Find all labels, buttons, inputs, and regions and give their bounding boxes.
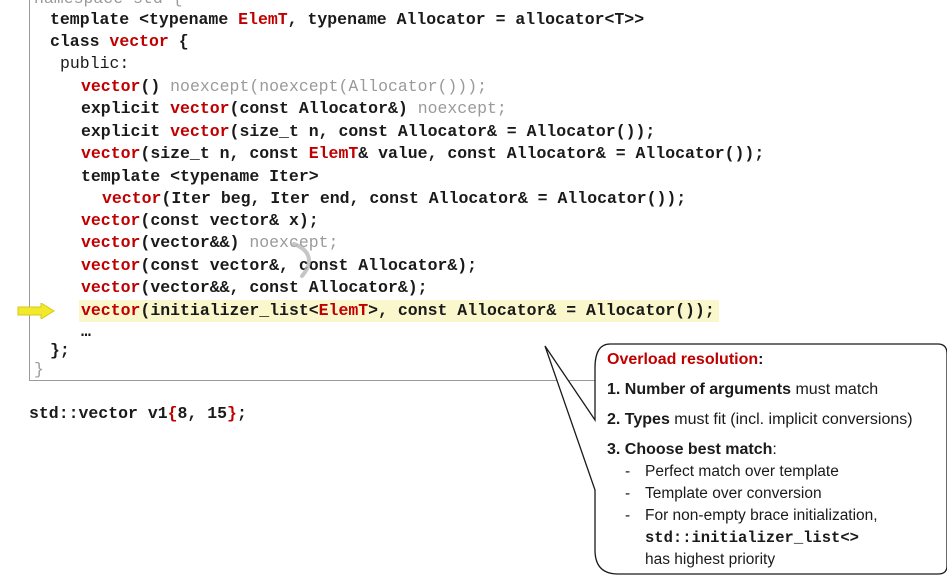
public-label: public:	[60, 54, 130, 73]
sub-rule-2: - Template over conversion	[625, 483, 947, 505]
callout-title: Overload resolution:	[607, 349, 947, 371]
rule-2-rest: must fit (incl. implicit conversions)	[669, 411, 913, 428]
ctor-args: (size_t n, const	[140, 144, 309, 163]
usage-args: 8, 15	[177, 404, 228, 423]
sub-rule-1: - Perfect match over template	[625, 461, 947, 483]
usage-decl: std::vector v1	[29, 404, 168, 423]
iter-template: template <typename Iter>	[81, 167, 319, 186]
initializer-list-mono: std::initializer_list<>	[645, 529, 859, 547]
template-declaration: template <typename ElemT, typename Alloc…	[50, 9, 644, 31]
ellipsis: …	[81, 322, 91, 341]
class-brace: {	[168, 32, 189, 51]
ctor-args: (vector&&, const Allocator&);	[140, 278, 428, 297]
ctor-size: explicit vector(size_t n, const Allocato…	[81, 121, 655, 143]
rule-1: 1. Number of arguments must match	[607, 379, 947, 401]
ctor-name: vector	[170, 99, 230, 118]
namespace-close: }	[34, 360, 44, 379]
dash-bullet: -	[625, 463, 631, 480]
callout-title-colon: :	[758, 351, 764, 368]
ctor-name: vector	[170, 122, 230, 141]
ctor-copy: vector(const vector& x);	[81, 210, 319, 232]
cursor-swirl-icon	[292, 242, 311, 278]
brace-open: {	[167, 404, 178, 423]
rule-1-bold: 1. Number of arguments	[607, 381, 792, 398]
ctor-noexcept: noexcept(noexcept(Allocator()));	[170, 77, 487, 96]
dash-bullet: -	[625, 485, 631, 502]
template-suffix: , typename Allocator = allocator<T>>	[287, 10, 645, 29]
semicolon: ;	[236, 404, 247, 423]
elemt-type: ElemT	[308, 144, 359, 163]
arrow-right-icon	[17, 303, 55, 319]
ctor-args: (vector&&)	[140, 233, 250, 252]
template-prefix: template <typename	[50, 10, 239, 29]
ctor-name: vector	[81, 144, 141, 163]
ctor-allocator: explicit vector(const Allocator&) noexce…	[81, 98, 507, 120]
explicit-keyword: explicit	[81, 99, 171, 118]
ctor-args: (const vector& x);	[140, 211, 319, 230]
class-name: vector	[109, 32, 169, 51]
ctor-size-value: vector(size_t n, const ElemT& value, con…	[81, 143, 764, 165]
overload-callout: Overload resolution: 1. Number of argume…	[607, 349, 947, 571]
ctor-name: vector	[81, 233, 141, 252]
sub-rule-3: - For non-empty brace initialization, std:…	[625, 505, 947, 571]
ctor-name: vector	[81, 278, 141, 297]
rule-2: 2. Types must fit (incl. implicit conver…	[607, 409, 947, 431]
brace-close: }	[227, 404, 237, 423]
rule-3: 3. Choose best match:	[607, 439, 947, 461]
ctor-args: ()	[140, 77, 171, 96]
ctor-args: (Iter beg, Iter end, const Allocator& = …	[161, 189, 687, 208]
elemt-param: ElemT	[238, 10, 288, 29]
sub-rule-text: Perfect match over template	[645, 463, 839, 480]
ctor-args: (const Allocator&)	[229, 99, 418, 118]
class-declaration: class vector {	[50, 31, 189, 53]
sub-rule-text: For non-empty brace initialization,	[645, 507, 878, 524]
class-keyword: class	[50, 32, 110, 51]
rule-2-bold: 2. Types	[607, 411, 670, 428]
sub-rule-text-end: has highest priority	[645, 551, 776, 568]
rule-3-bold: 3. Choose best match	[607, 441, 773, 458]
ctor-name: vector	[81, 301, 141, 320]
ctor-move-alloc: vector(vector&&, const Allocator&);	[81, 277, 428, 299]
ctor-args: (size_t n, const Allocator& = Allocator(…	[229, 122, 656, 141]
ctor-name: vector	[102, 189, 162, 208]
sub-rule-text: Template over conversion	[645, 485, 822, 502]
ctor-iter: vector(Iter beg, Iter end, const Allocat…	[102, 188, 686, 210]
ctor-args-rest: & value, const Allocator& = Allocator())…	[358, 144, 765, 163]
ctor-default: vector() noexcept(noexcept(Allocator()))…	[81, 76, 487, 98]
ctor-args: (initializer_list<	[140, 301, 319, 320]
ctor-initializer-list-highlighted: vector(initializer_list<ElemT>, const Al…	[79, 300, 719, 322]
explicit-keyword: explicit	[81, 122, 171, 141]
ctor-copy-alloc: vector(const vector&, const Allocator&);	[81, 255, 477, 277]
elemt-type: ElemT	[318, 301, 369, 320]
ctor-name: vector	[81, 211, 141, 230]
ctor-name: vector	[81, 256, 141, 275]
dash-bullet: -	[625, 507, 631, 524]
callout-title-text: Overload resolution	[607, 351, 759, 368]
class-close: };	[50, 341, 70, 360]
ctor-args-rest: >, const Allocator& = Allocator());	[368, 301, 715, 320]
ctor-noexcept: noexcept;	[417, 99, 507, 118]
rule-1-rest: must match	[791, 381, 879, 398]
rule-3-rest: :	[772, 441, 777, 458]
ctor-name: vector	[81, 77, 141, 96]
usage-example: std::vector v1{8, 15};	[29, 403, 247, 425]
